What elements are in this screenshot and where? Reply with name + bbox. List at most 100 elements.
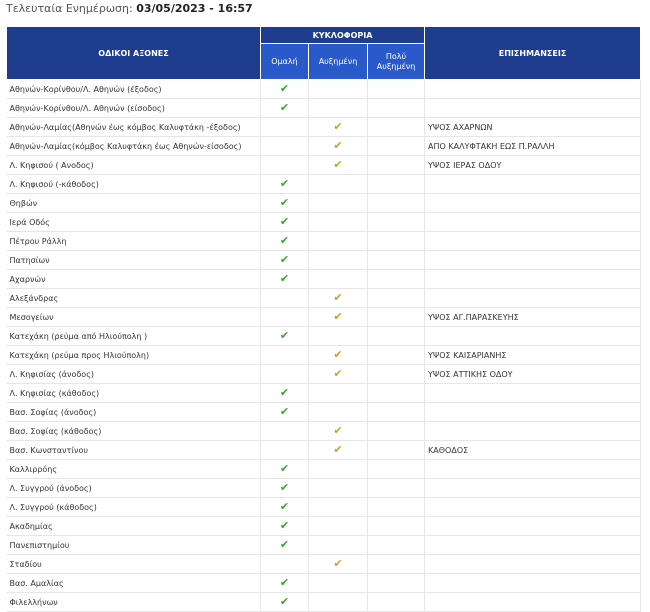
status-very-increased-cell (367, 307, 426, 327)
status-very-increased-cell (367, 345, 426, 365)
road-note: ΑΠΟ ΚΑΛΥΦΤΑΚΗ ΕΩΣ Π.ΡΑΛΛΗ (424, 136, 642, 156)
road-note (424, 459, 642, 479)
status-normal-cell: ✔ (260, 250, 309, 270)
status-normal-cell (260, 117, 309, 137)
traffic-table: ΟΔΙΚΟΙ ΑΞΟΝΕΣ ΚΥΚΛΟΦΟΡΙΑ ΕΠΙΣΗΜΑΝΣΕΙΣ Ομ… (6, 25, 642, 612)
check-icon: ✔ (279, 82, 290, 95)
check-icon: ✔ (333, 348, 343, 361)
status-normal-cell (260, 554, 309, 574)
road-name: Βασ. Σοφίας (κάθοδος) (6, 421, 261, 441)
table-row: Σταδίου ✔ (6, 554, 642, 574)
road-name: Ακαδημίας (6, 516, 261, 536)
table-row: Αθηνών-Λαμίας(Αθηνών έως κόμβος Καλυφτάκ… (6, 117, 642, 137)
status-increased-cell (308, 535, 368, 555)
status-increased-cell (308, 573, 368, 593)
table-row: Λ. Κηφισίας (κάθοδος) ✔ (6, 383, 642, 403)
status-very-increased-cell (367, 193, 426, 213)
status-normal-cell: ✔ (260, 174, 309, 194)
status-increased-cell (308, 383, 368, 403)
road-name: Βασ. Κωνσταντίνου (6, 440, 261, 460)
road-name: Αθηνών-Λαμίας(κόμβος Καλυφτάκη έως Αθηνώ… (6, 136, 261, 156)
status-normal-cell: ✔ (260, 231, 309, 251)
status-very-increased-cell (367, 136, 426, 156)
road-note (424, 497, 642, 517)
status-increased-cell: ✔ (308, 307, 368, 327)
check-icon: ✔ (279, 405, 290, 418)
road-name: Λ. Κηφισού (-κάθοδος) (6, 174, 261, 194)
status-very-increased-cell (367, 440, 426, 460)
status-normal-cell (260, 288, 309, 308)
check-icon: ✔ (279, 538, 290, 551)
road-note (424, 269, 642, 289)
status-increased-cell (308, 478, 368, 498)
status-normal-cell: ✔ (260, 383, 309, 403)
road-name: Λ. Κηφισού ( Ανοδος) (6, 155, 261, 175)
status-normal-cell: ✔ (260, 478, 309, 498)
table-row: Λ. Συγγρού (κάθοδος) ✔ (6, 497, 642, 517)
road-name: Πανεπιστημίου (6, 535, 261, 555)
road-note (424, 212, 642, 232)
status-increased-cell: ✔ (308, 421, 368, 441)
status-very-increased-cell (367, 592, 426, 612)
check-icon: ✔ (279, 272, 290, 285)
road-name: Λ. Κηφισίας (κάθοδος) (6, 383, 261, 403)
road-name: Πέτρου Ράλλη (6, 231, 261, 251)
status-increased-cell (308, 459, 368, 479)
status-increased-cell (308, 98, 368, 118)
road-name: Αθηνών-Λαμίας(Αθηνών έως κόμβος Καλυφτάκ… (6, 117, 261, 137)
status-normal-cell: ✔ (260, 79, 309, 99)
status-normal-cell: ✔ (260, 269, 309, 289)
status-very-increased-cell (367, 250, 426, 270)
status-very-increased-cell (367, 79, 426, 99)
table-row: Καλλιρρόης ✔ (6, 459, 642, 479)
table-row: Λ. Κηφισού (-κάθοδος) ✔ (6, 174, 642, 194)
road-name: Βασ. Αμαλίας (6, 573, 261, 593)
status-increased-cell (308, 516, 368, 536)
table-row: Κατεχάκη (ρεύμα από Ηλιούπολη ) ✔ (6, 326, 642, 346)
road-name: Αχαρνών (6, 269, 261, 289)
road-note (424, 402, 642, 422)
status-increased-cell (308, 231, 368, 251)
status-increased-cell: ✔ (308, 364, 368, 384)
road-name: Καλλιρρόης (6, 459, 261, 479)
status-increased-cell (308, 212, 368, 232)
check-icon: ✔ (279, 519, 290, 532)
status-increased-cell: ✔ (308, 345, 368, 365)
road-note (424, 79, 642, 99)
status-very-increased-cell (367, 269, 426, 289)
table-row: Βασ. Αμαλίας ✔ (6, 573, 642, 593)
status-very-increased-cell (367, 231, 426, 251)
status-normal-cell: ✔ (260, 573, 309, 593)
road-name: Λ. Κηφισίας (άνοδος) (6, 364, 261, 384)
status-normal-cell: ✔ (260, 592, 309, 612)
check-icon: ✔ (279, 462, 290, 475)
status-normal-cell: ✔ (260, 98, 309, 118)
last-update-datetime: 03/05/2023 - 16:57 (136, 2, 253, 15)
table-row: Βασ. Σοφίας (κάθοδος) ✔ (6, 421, 642, 441)
table-row: Αχαρνών ✔ (6, 269, 642, 289)
status-normal-cell: ✔ (260, 326, 309, 346)
road-note (424, 573, 642, 593)
status-very-increased-cell (367, 155, 426, 175)
table-row: Κατεχάκη (ρεύμα προς Ηλιούπολη) ✔ ΥΨΟΣ ΚΑΙ… (6, 345, 642, 365)
table-row: Ακαδημίας ✔ (6, 516, 642, 536)
road-note (424, 231, 642, 251)
road-note (424, 478, 642, 498)
status-normal-cell (260, 345, 309, 365)
road-name: Ιερά Οδός (6, 212, 261, 232)
table-row: Αθηνών-Λαμίας(κόμβος Καλυφτάκη έως Αθηνώ… (6, 136, 642, 156)
check-icon: ✔ (333, 120, 343, 133)
status-increased-cell (308, 402, 368, 422)
table-row: Λ. Συγγρού (άνοδος) ✔ (6, 478, 642, 498)
status-normal-cell: ✔ (260, 193, 309, 213)
road-name: Αθηνών-Κορίνθου/Λ. Αθηνών (είσοδος) (6, 98, 261, 118)
status-normal-cell (260, 136, 309, 156)
road-note: ΥΨΟΣ ΑΤΤΙΚΗΣ ΟΔΟΥ (424, 364, 642, 384)
check-icon: ✔ (333, 291, 343, 304)
road-name: Πατησίων (6, 250, 261, 270)
header-normal: Ομαλή (260, 43, 309, 80)
status-increased-cell: ✔ (308, 554, 368, 574)
check-icon: ✔ (279, 253, 290, 266)
status-increased-cell (308, 592, 368, 612)
header-notes: ΕΠΙΣΗΜΑΝΣΕΙΣ (424, 26, 642, 80)
